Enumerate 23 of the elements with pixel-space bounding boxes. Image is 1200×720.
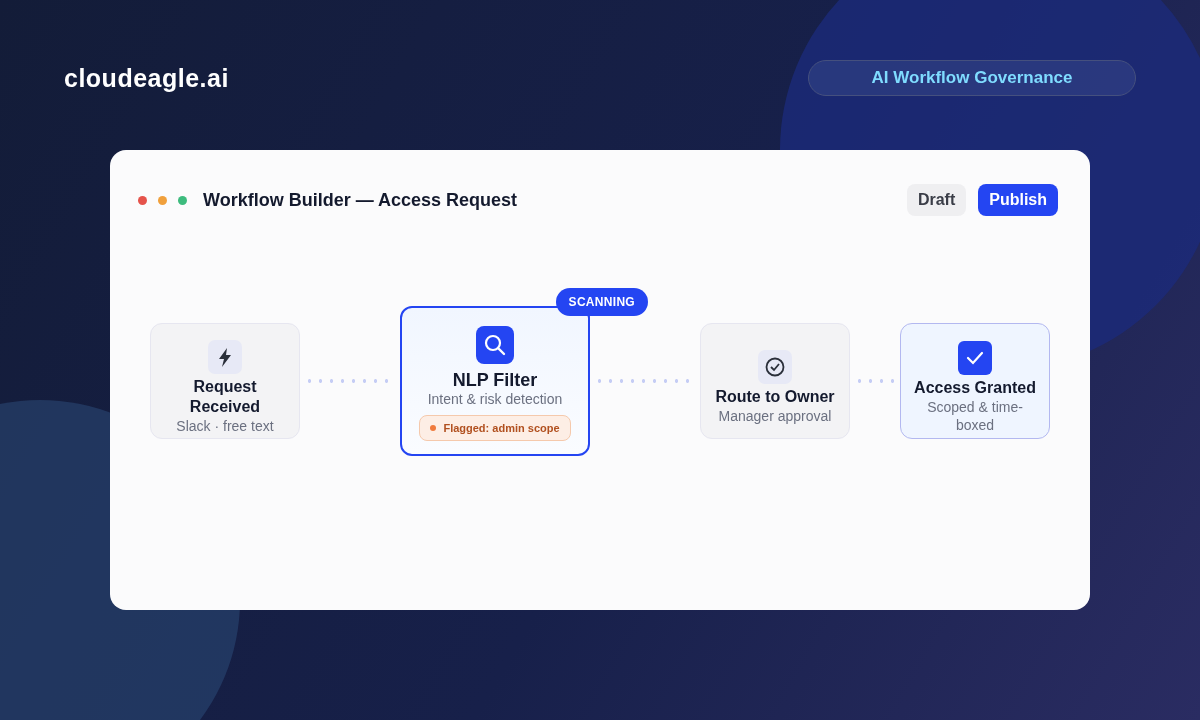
search-icon	[476, 326, 514, 364]
workflow-node[interactable]: Access Granted Scoped & time-boxed	[900, 323, 1050, 439]
node-subtitle: Scoped & time-boxed	[926, 397, 1024, 434]
lightning-icon	[208, 339, 242, 374]
node-title: Access Granted	[914, 377, 1036, 398]
node-subtitle: Slack · free text	[176, 416, 274, 435]
node-title: Request Received	[188, 376, 262, 417]
flag-text: Flagged: admin scope	[443, 422, 560, 434]
node-title: Route to Owner	[715, 386, 835, 407]
status-badge: SCANNING	[555, 288, 648, 316]
publish-button[interactable]: Publish	[978, 184, 1058, 216]
brand-logo: cloudeagle.ai	[64, 63, 229, 93]
warning-dot-icon	[430, 425, 437, 431]
node-title: NLP Filter	[452, 370, 538, 390]
workflow-node[interactable]: Route to Owner Manager approval	[700, 323, 850, 439]
category-tag: AI Workflow Governance	[808, 60, 1136, 96]
checkbox-icon	[958, 340, 992, 375]
node-subtitle: Manager approval	[718, 406, 832, 425]
window-title: Workflow Builder — Access Request	[203, 189, 519, 211]
workflow-node[interactable]: NLP Filter Intent & risk detection Flagged: admin scope	[400, 306, 590, 456]
draft-button[interactable]: Draft	[906, 184, 967, 216]
node-subtitle: Intent & risk detection	[427, 390, 563, 408]
workflow-node[interactable]: Request Received Slack · free text	[150, 323, 300, 439]
